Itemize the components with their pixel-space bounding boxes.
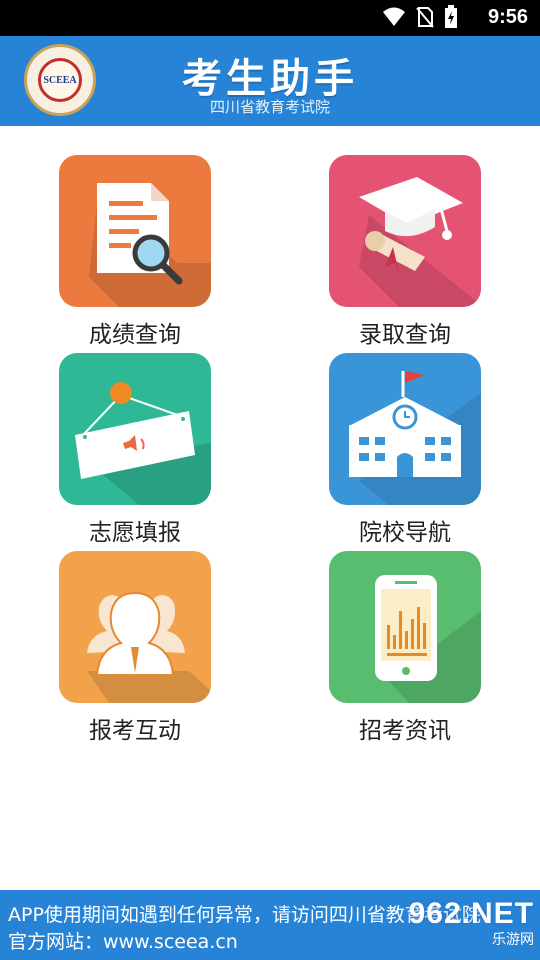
graduation-cap-icon [359,177,481,307]
score-query-button[interactable] [59,155,211,307]
tile-score-query[interactable]: 成绩查询 [59,155,213,349]
status-icons [382,5,458,29]
exam-news-button[interactable] [329,551,481,703]
admission-query-button[interactable] [329,155,481,307]
app-header: SCEEA 考生助手 四川省教育考试院 [0,36,540,126]
app-subtitle: 四川省教育考试院 [209,98,330,116]
tile-label: 录取查询 [359,322,451,348]
tile-exam-interaction[interactable]: 报考互动 [59,551,213,745]
tile-school-navigation[interactable]: 院校导航 [329,353,483,547]
tile-label: 招考资讯 [359,718,451,744]
wifi-icon [383,7,405,26]
watermark: 962.NET 乐游网 [408,897,534,954]
school-navigation-button[interactable] [329,353,481,505]
clock: 9:56 [487,6,528,28]
document-search-icon [89,183,211,307]
phone-chart-icon [375,575,481,703]
tile-label: 院校导航 [359,520,451,546]
people-group-icon [87,591,211,703]
battery-charging-icon [445,5,457,28]
tile-label: 志愿填报 [89,520,181,546]
status-bar: 9:56 [0,0,540,36]
footer-notice: APP使用期间如遇到任何异常，请访问四川省教育考试院 官方网站：www.scee… [0,890,540,960]
watermark-brand: 962.NET [408,897,534,930]
tile-application-fill[interactable]: 志愿填报 [59,353,213,547]
exam-interaction-button[interactable] [59,551,211,703]
no-sim-icon [416,7,434,28]
tile-exam-news[interactable]: 招考资讯 [329,551,483,745]
tile-admission-query[interactable]: 录取查询 [329,155,483,349]
application-fill-button[interactable] [59,353,211,505]
tile-label: 成绩查询 [89,322,181,348]
tile-label: 报考互动 [89,718,181,744]
hanging-sign-icon [75,382,211,505]
watermark-sub: 乐游网 [492,932,534,948]
school-building-icon [349,371,481,505]
